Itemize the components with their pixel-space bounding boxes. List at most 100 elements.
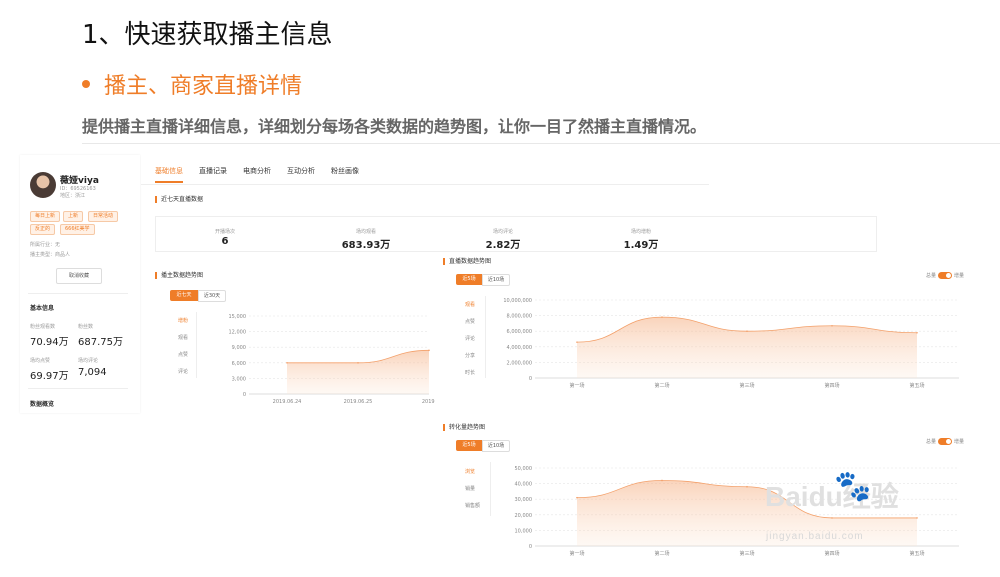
sum-value-3: 1.49万	[623, 240, 659, 251]
chart2-btn-10[interactable]: 近10场	[482, 274, 510, 286]
series-area	[287, 350, 429, 394]
x-tick-label: 第二场	[654, 382, 669, 389]
chart3-btn-10[interactable]: 近10场	[482, 440, 510, 452]
chart2-btn-5[interactable]: 近5场	[456, 274, 482, 285]
stat-label-3: 场均评论	[78, 358, 99, 364]
tag-4[interactable]: 666红美学	[60, 224, 95, 235]
chart3-switch-icon[interactable]	[938, 438, 953, 445]
x-tick-label: 第四场	[824, 550, 839, 557]
tag-2[interactable]: 日常活动	[88, 211, 119, 222]
sum-value-0: 6	[221, 236, 229, 247]
tab-interaction[interactable]: 互动分析	[287, 166, 315, 176]
chart2-total-toggle[interactable]: 总量 增量	[926, 272, 964, 279]
data-point	[916, 331, 918, 334]
y-tick-label: 4,000,000	[507, 345, 532, 351]
unfollow-button[interactable]: 取消收藏	[56, 268, 102, 284]
chart1-btn-30days[interactable]: 近30天	[198, 290, 226, 302]
sum-label-3: 场均增粉	[630, 229, 651, 235]
chart3-metric-2[interactable]: 销售额	[465, 502, 480, 509]
x-tick-label: 第一场	[569, 550, 584, 557]
stat-value-0: 70.94万	[30, 337, 69, 348]
paw-icon: 🐾	[834, 469, 872, 504]
tab-ecommerce[interactable]: 电商分析	[243, 166, 271, 176]
tab-fans[interactable]: 粉丝画像	[331, 166, 359, 176]
chart3-metric-1[interactable]: 销量	[465, 485, 475, 492]
tab-live-records[interactable]: 直播记录	[199, 166, 227, 176]
x-tick-label: 2019.06.24	[273, 399, 302, 405]
stats-divider	[28, 388, 128, 389]
chart1-metric-3[interactable]: 评论	[178, 368, 188, 375]
y-tick-label: 9,000	[232, 345, 246, 351]
basic-info-label: 基本信息	[30, 305, 55, 312]
chart2-metric-4[interactable]: 时长	[465, 369, 475, 376]
y-tick-label: 0	[529, 376, 532, 382]
chart2-switch-icon[interactable]	[938, 272, 953, 279]
x-tick-label: 2019.06.25	[344, 399, 373, 405]
data-point	[576, 341, 578, 343]
chart1-side-divider	[196, 312, 197, 378]
tab-basic-info[interactable]: 基础信息	[155, 166, 183, 176]
chart2-metric-2[interactable]: 评论	[465, 335, 475, 342]
chart3-side-divider	[490, 462, 491, 516]
x-tick-label: 第五场	[909, 382, 924, 389]
y-tick-label: 30,000	[515, 497, 533, 503]
chart1-btn-7days[interactable]: 近七天	[170, 290, 198, 301]
slide-description: 提供播主直播详细信息，详细划分每场各类数据的趋势图，让你一目了然播主直播情况。	[82, 117, 707, 136]
y-tick-label: 8,000,000	[507, 314, 532, 320]
x-tick-label: 第一场	[569, 382, 584, 389]
y-tick-label: 12,000	[229, 330, 247, 336]
chart3-title: 转化量趋势图	[443, 424, 485, 431]
chart1-metric-2[interactable]: 点赞	[178, 351, 188, 358]
data-point	[576, 496, 578, 499]
type-text: 播主类型：商品人	[30, 252, 71, 258]
slide-title: 1、快速获取播主信息	[82, 20, 333, 50]
data-point	[831, 324, 833, 327]
chart1-title: 播主数据趋势图	[155, 272, 203, 279]
active-tab-indicator	[155, 181, 183, 183]
chart3-total-label: 总量	[926, 439, 937, 445]
tag-3[interactable]: 反正的	[30, 224, 56, 235]
data-point	[916, 517, 918, 519]
y-tick-label: 15,000	[229, 314, 247, 320]
stat-label-2: 场均点赞	[30, 358, 51, 364]
stat-label-1: 粉丝数	[78, 324, 94, 330]
y-tick-label: 3,000	[232, 376, 246, 382]
y-tick-label: 6,000	[232, 361, 246, 367]
sum-label-0: 开播场次	[214, 229, 235, 235]
tabs-divider	[141, 184, 709, 185]
streamer-location: 地区：浙江	[60, 193, 86, 199]
data-point	[286, 362, 288, 364]
y-tick-label: 0	[529, 544, 532, 550]
data-point	[357, 362, 359, 364]
y-tick-label: 2,000,000	[507, 360, 532, 366]
x-tick-label: 第三场	[739, 550, 754, 557]
x-tick-label: 2019.	[422, 399, 435, 405]
x-tick-label: 第二场	[654, 550, 669, 557]
series-area	[577, 317, 917, 378]
profile-divider	[28, 293, 128, 294]
stat-value-2: 69.97万	[30, 371, 69, 382]
chart2-metric-1[interactable]: 点赞	[465, 318, 475, 325]
bullet-heading: 播主、商家直播详情	[82, 68, 302, 100]
chart2-metric-0[interactable]: 观看	[465, 301, 475, 308]
chart2-increment-label: 增量	[954, 273, 965, 279]
chart3-btn-5[interactable]: 近5场	[456, 440, 482, 451]
y-tick-label: 10,000,000	[503, 298, 532, 304]
y-tick-label: 6,000,000	[507, 329, 532, 335]
bullet-dot-icon	[82, 80, 90, 88]
x-tick-label: 第四场	[824, 382, 839, 389]
data-point	[746, 485, 748, 488]
avatar	[30, 172, 56, 198]
y-tick-label: 50,000	[515, 466, 533, 472]
tag-0[interactable]: 每日上新	[30, 211, 61, 222]
data-point	[428, 349, 430, 352]
y-tick-label: 0	[243, 392, 246, 398]
chart3-total-toggle[interactable]: 总量 增量	[926, 438, 964, 445]
chart1-metric-0[interactable]: 增粉	[178, 317, 188, 324]
tag-1[interactable]: 上新	[63, 211, 84, 222]
industry-text: 所属行业：无	[30, 242, 61, 248]
chart2-side-divider	[485, 296, 486, 378]
chart3-metric-0[interactable]: 浏览	[465, 468, 475, 475]
chart1-metric-1[interactable]: 观看	[178, 334, 188, 341]
chart2-metric-3[interactable]: 分享	[465, 352, 475, 359]
